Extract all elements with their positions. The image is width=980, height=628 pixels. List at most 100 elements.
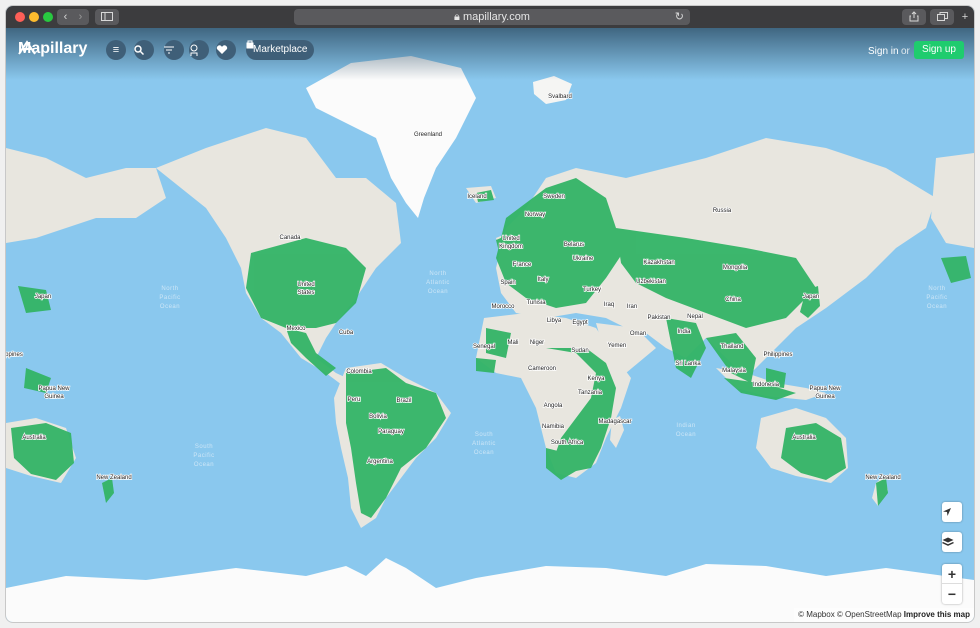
label-new-zealand-west: New Zealand — [96, 475, 131, 481]
label-indonesia: Indonesia — [753, 382, 780, 388]
label-japan: Japan — [803, 294, 819, 300]
zoom-control: + − — [942, 564, 962, 604]
label-peru: Peru — [348, 397, 361, 403]
url-text: 🔒︎ mapillary.com — [454, 11, 530, 23]
ocean-npo-west-1: North — [161, 286, 178, 292]
label-turkey: Turkey — [583, 287, 601, 293]
ocean-spo-1: South — [195, 444, 213, 450]
label-united-kingdom-line1: United — [502, 236, 519, 242]
label-greenland: Greenland — [414, 132, 442, 138]
share-button[interactable] — [902, 9, 926, 25]
map-canvas[interactable]: Svalbard Greenland Iceland Sweden Norway… — [6, 28, 974, 622]
ocean-spo-2: Pacific — [193, 453, 214, 459]
label-italy: Italy — [537, 277, 548, 283]
label-colombia: Colombia — [346, 369, 372, 375]
map-attribution: © Mapbox © OpenStreetMap Improve this ma… — [794, 608, 974, 622]
label-niger: Niger — [530, 340, 544, 346]
heart-pin-icon — [216, 45, 228, 54]
label-south-africa: South Africa — [551, 440, 584, 446]
label-angola: Angola — [544, 403, 563, 409]
label-belarus: Belarus — [564, 242, 584, 248]
label-iceland: Iceland — [467, 194, 486, 200]
label-spain: Spain — [500, 280, 515, 286]
label-uzbekistan: Uzbekistan — [636, 279, 666, 285]
layers-button[interactable] — [942, 532, 962, 552]
new-tab-button[interactable]: + — [958, 9, 972, 25]
label-iran: Iran — [627, 304, 637, 310]
label-tunisia: Tunisia — [526, 300, 546, 306]
zoom-out-button[interactable]: − — [942, 584, 962, 604]
sign-up-button[interactable]: Sign up — [914, 41, 964, 59]
label-pakistan: Pakistan — [647, 315, 670, 321]
label-mali: Mali — [507, 340, 518, 346]
label-yemen: Yemen — [608, 343, 626, 349]
alaska-landmass — [6, 148, 166, 243]
browser-window: ‹ › 🔒︎ mapillary.com ↻ + Svalbard Greenl… — [6, 6, 974, 622]
label-philippines-west: ppines — [6, 352, 23, 358]
label-madagascar: Madagascar — [598, 419, 631, 425]
back-icon[interactable]: ‹ — [58, 9, 73, 25]
sidebar-toggle-button[interactable] — [95, 9, 119, 25]
mapillary-logo-icon — [18, 40, 36, 55]
address-bar[interactable]: 🔒︎ mapillary.com ↻ — [294, 9, 690, 25]
label-tanzania: Tanzania — [578, 390, 603, 396]
close-window-button[interactable] — [15, 12, 25, 22]
sidebar-icon — [101, 12, 113, 21]
ocean-npo-east-2: Pacific — [926, 295, 947, 301]
label-philippines: Philippines — [763, 352, 792, 358]
improve-map-link[interactable]: Improve this map — [904, 610, 970, 619]
history-nav: ‹ › — [57, 9, 89, 25]
ocean-sao-1: South — [475, 432, 493, 438]
label-libya: Libya — [547, 318, 562, 324]
label-australia: Australia — [792, 435, 816, 441]
label-cuba: Cuba — [339, 330, 354, 336]
label-russia: Russia — [713, 208, 732, 214]
world-map: Svalbard Greenland Iceland Sweden Norway… — [6, 56, 974, 622]
hamburger-icon: ≡ — [112, 44, 120, 56]
label-ukraine: Ukraine — [573, 256, 594, 262]
ocean-nao-3: Ocean — [428, 289, 448, 295]
locate-button[interactable] — [942, 502, 962, 522]
show-tabs-button[interactable] — [930, 9, 954, 25]
menu-button[interactable]: ≡ — [106, 40, 126, 60]
label-kazakhstan: Kazakhstan — [643, 260, 674, 266]
brand-logo[interactable]: Mapillary — [18, 40, 87, 58]
filter-button[interactable] — [164, 40, 184, 60]
label-new-zealand: New Zealand — [865, 475, 900, 481]
minimize-window-button[interactable] — [29, 12, 39, 22]
layers-icon — [942, 537, 954, 546]
mapbox-link[interactable]: © Mapbox — [798, 610, 835, 619]
label-png-line1: Papua New — [809, 386, 841, 392]
forward-icon[interactable]: › — [73, 9, 88, 25]
label-oman: Oman — [630, 331, 646, 337]
label-iraq: Iraq — [604, 302, 614, 308]
ocean-npo-west-2: Pacific — [159, 295, 180, 301]
tabs-icon — [936, 12, 948, 21]
favorites-button[interactable] — [216, 40, 236, 60]
osm-link[interactable]: © OpenStreetMap — [837, 610, 902, 619]
label-china: China — [725, 297, 741, 303]
label-brazil: Brazil — [396, 398, 411, 404]
share-icon — [909, 11, 919, 22]
browser-titlebar: ‹ › 🔒︎ mapillary.com ↻ + — [6, 6, 974, 28]
zoom-in-button[interactable]: + — [942, 564, 962, 584]
label-mexico: Mexico — [286, 326, 306, 332]
label-mongolia: Mongolia — [723, 265, 748, 271]
label-senegal: Senegal — [473, 344, 495, 350]
user-pin-button[interactable] — [189, 40, 209, 60]
label-paraguay: Paraguay — [378, 429, 404, 435]
zoom-window-button[interactable] — [43, 12, 53, 22]
label-svalbard: Svalbard — [548, 94, 572, 100]
sign-in-link[interactable]: Sign in — [868, 46, 899, 57]
marketplace-label: Marketplace — [253, 44, 308, 55]
label-norway: Norway — [525, 212, 545, 218]
search-button[interactable] — [134, 40, 154, 60]
label-png-west-line1: Papua New — [38, 386, 70, 392]
label-png-west-line2: Guinea — [44, 394, 64, 400]
label-japan-west: Japan — [35, 294, 51, 300]
label-united-states-line1: United — [297, 282, 314, 288]
marketplace-button[interactable]: Marketplace — [246, 40, 315, 60]
ocean-spo-3: Ocean — [194, 462, 214, 468]
reload-icon[interactable]: ↻ — [675, 9, 684, 25]
ocean-nao-1: North — [429, 271, 446, 277]
